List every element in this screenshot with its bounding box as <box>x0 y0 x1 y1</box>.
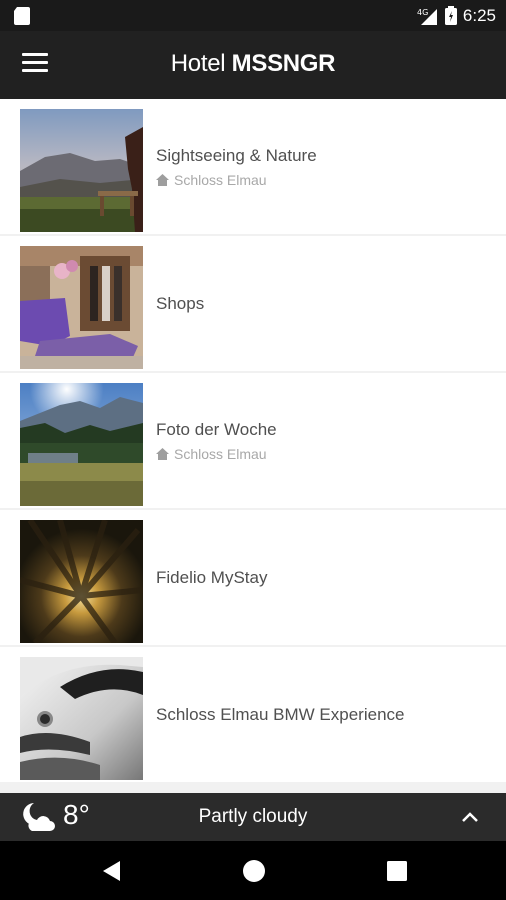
clock-time: 6:25 <box>462 5 496 25</box>
list-item-title: Shops <box>156 293 205 313</box>
list-item-shops[interactable]: Shops <box>0 236 506 371</box>
list-item-foto-der-woche[interactable]: Foto der Woche Schloss Elmau <box>0 373 506 508</box>
home-icon <box>156 447 169 460</box>
foto-der-woche-thumbnail <box>20 383 143 506</box>
app-bar: Hotel MSSNGR <box>0 31 506 99</box>
shops-thumbnail <box>20 246 143 369</box>
app-title-brand: MSSNGR <box>231 50 336 77</box>
bmw-experience-thumbnail <box>20 657 143 780</box>
list-item-title: Fidelio MyStay <box>156 567 268 587</box>
list-item-subtitle: Schloss Elmau <box>156 172 317 188</box>
battery-icon <box>444 6 457 25</box>
chevron-up-icon[interactable] <box>460 807 480 827</box>
list-item-fidelio-mystay[interactable]: Fidelio MyStay <box>0 510 506 645</box>
sightseeing-thumbnail <box>20 109 143 232</box>
status-bar: 4G 6:25 <box>0 0 506 31</box>
app-title-prefix: Hotel <box>170 50 226 77</box>
home-button-icon[interactable] <box>242 859 266 883</box>
back-icon[interactable] <box>100 859 124 883</box>
svg-text:4G: 4G <box>417 8 428 17</box>
recents-icon[interactable] <box>385 859 409 883</box>
fidelio-mystay-thumbnail <box>20 520 143 643</box>
list-item-title: Schloss Elmau BMW Experience <box>156 704 405 724</box>
weather-condition: Partly cloudy <box>198 806 308 827</box>
home-icon <box>156 173 169 186</box>
system-nav-bar <box>0 841 506 900</box>
list-item-title: Foto der Woche <box>156 419 277 439</box>
list-item-title: Sightseeing & Nature <box>156 145 317 165</box>
list-item-subtitle: Schloss Elmau <box>156 446 277 462</box>
weather-bar[interactable]: 8° Partly cloudy <box>0 793 506 841</box>
category-list: Sightseeing & Nature Schloss Elmau Shops… <box>0 99 506 793</box>
list-item-bmw-experience[interactable]: Schloss Elmau BMW Experience <box>0 647 506 782</box>
sd-card-icon <box>14 7 30 25</box>
app-title: Hotel MSSNGR <box>0 50 506 78</box>
signal-4g-icon: 4G <box>417 8 437 25</box>
list-item-sightseeing[interactable]: Sightseeing & Nature Schloss Elmau <box>0 99 506 234</box>
